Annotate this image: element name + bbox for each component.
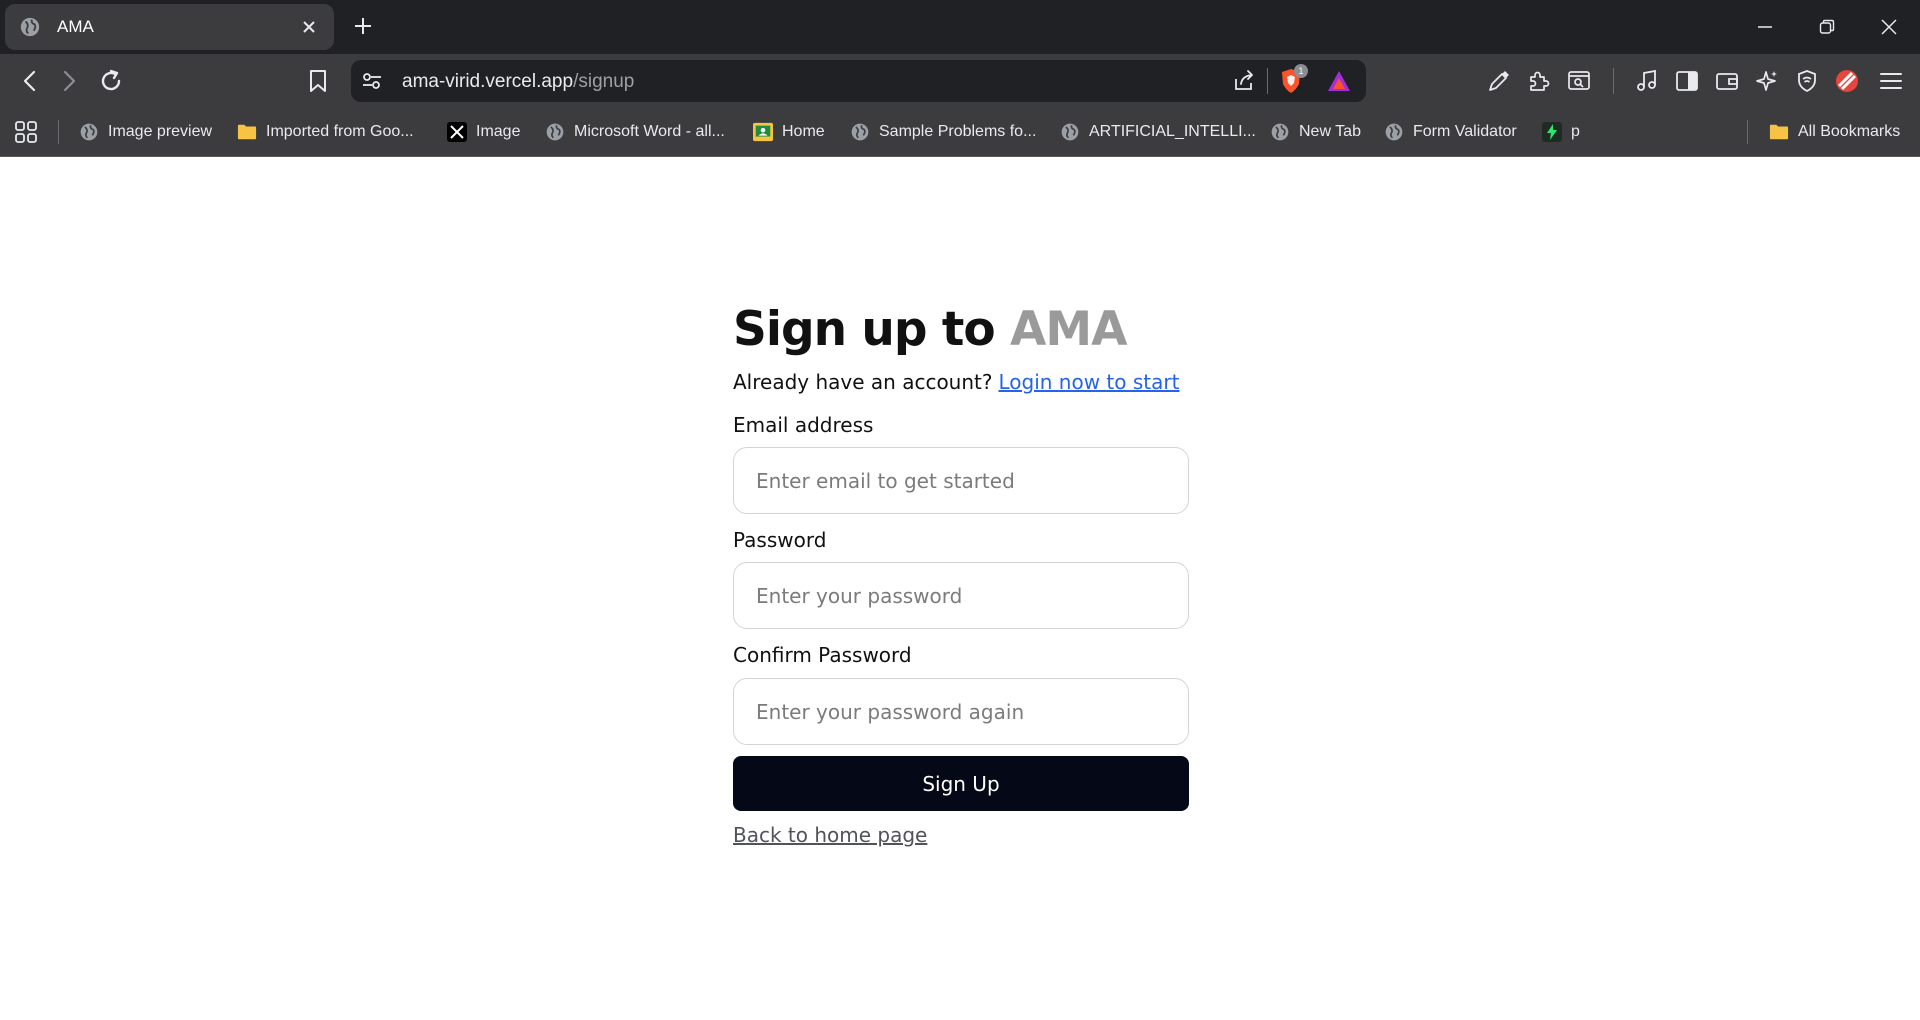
close-window-icon[interactable] bbox=[1874, 12, 1904, 42]
folder-icon bbox=[237, 122, 257, 142]
classroom-icon bbox=[753, 122, 773, 142]
password-label: Password bbox=[733, 528, 827, 552]
omnibox-divider bbox=[1267, 68, 1268, 94]
bookmark-item[interactable]: Microsoft Word - all... bbox=[545, 118, 725, 146]
close-icon[interactable] bbox=[298, 16, 320, 38]
apps-grid-icon[interactable] bbox=[14, 118, 38, 146]
share-icon[interactable] bbox=[1231, 68, 1257, 94]
brave-shields-icon[interactable]: 1 bbox=[1278, 64, 1308, 94]
sidebar-icon[interactable] bbox=[1672, 66, 1702, 96]
globe-icon bbox=[1060, 122, 1080, 142]
toolbar-divider bbox=[1613, 68, 1614, 94]
bookmark-label: Image preview bbox=[108, 123, 213, 140]
bookmark-item[interactable]: Home bbox=[753, 118, 825, 146]
reload-icon[interactable] bbox=[96, 66, 126, 96]
bookmark-label: Home bbox=[782, 123, 825, 140]
sign-up-button[interactable]: Sign Up bbox=[733, 756, 1189, 811]
page-title-prefix: Sign up to bbox=[733, 302, 1011, 357]
back-icon[interactable] bbox=[15, 66, 45, 96]
bookmark-item[interactable]: Image bbox=[447, 118, 520, 146]
address-bar[interactable]: ama-virid.vercel.app/signup 1 bbox=[351, 60, 1366, 102]
page-content: Sign up to AMA Already have an account? L… bbox=[0, 157, 1920, 1020]
bookmarks-bar: Image preview Imported from Goo... Image… bbox=[0, 108, 1920, 157]
new-tab-button[interactable] bbox=[350, 13, 376, 39]
email-label: Email address bbox=[733, 413, 874, 437]
bolt-icon bbox=[1542, 122, 1562, 142]
minimize-icon[interactable] bbox=[1750, 12, 1780, 42]
bookmark-item[interactable]: ARTIFICIAL_INTELLI... bbox=[1060, 118, 1256, 146]
bookmark-item[interactable]: Image preview bbox=[79, 118, 212, 146]
forward-icon[interactable] bbox=[54, 66, 84, 96]
page-title-brand: AMA bbox=[1010, 302, 1128, 357]
media-icon[interactable] bbox=[1632, 66, 1662, 96]
bookmarks-divider bbox=[1747, 120, 1748, 144]
url-path: /signup bbox=[573, 71, 635, 92]
page-title: Sign up to AMA bbox=[733, 302, 1189, 358]
screenshot-icon[interactable] bbox=[1564, 66, 1594, 96]
bookmark-label: Microsoft Word - all... bbox=[574, 123, 725, 140]
bookmarks-divider bbox=[58, 120, 59, 144]
bookmark-item[interactable]: p bbox=[1542, 118, 1580, 146]
profile-avatar-icon[interactable] bbox=[1832, 66, 1862, 96]
restore-icon[interactable] bbox=[1812, 12, 1842, 42]
leo-ai-icon[interactable] bbox=[1752, 66, 1782, 96]
bookmark-label: ARTIFICIAL_INTELLI... bbox=[1089, 123, 1256, 140]
back-to-home-link[interactable]: Back to home page bbox=[733, 823, 927, 847]
login-link[interactable]: Login now to start bbox=[998, 370, 1179, 394]
globe-icon bbox=[1270, 122, 1290, 142]
globe-icon bbox=[545, 122, 565, 142]
bookmark-item[interactable]: Sample Problems fo... bbox=[850, 118, 1036, 146]
bookmark-label: New Tab bbox=[1299, 123, 1361, 140]
globe-icon bbox=[20, 17, 40, 37]
globe-icon bbox=[79, 122, 99, 142]
back-link-row: Back to home page bbox=[733, 823, 1189, 847]
bookmark-label: Sample Problems fo... bbox=[879, 123, 1037, 140]
bookmark-label: Imported from Goo... bbox=[266, 123, 414, 140]
color-picker-icon[interactable] bbox=[1484, 66, 1514, 96]
site-settings-icon[interactable] bbox=[361, 70, 383, 92]
confirm-password-field[interactable] bbox=[733, 678, 1189, 745]
password-field[interactable] bbox=[733, 562, 1189, 629]
signup-form: Sign up to AMA Already have an account? L… bbox=[733, 302, 1189, 847]
bookmark-item[interactable]: Form Validator bbox=[1384, 118, 1517, 146]
email-field[interactable] bbox=[733, 447, 1189, 514]
browser-toolbar: ama-virid.vercel.app/signup 1 bbox=[0, 54, 1920, 108]
wallet-icon[interactable] bbox=[1712, 66, 1742, 96]
extensions-icon[interactable] bbox=[1524, 66, 1554, 96]
all-bookmarks-folder[interactable]: All Bookmarks bbox=[1769, 118, 1900, 146]
tab-ama[interactable]: AMA bbox=[5, 4, 334, 50]
brave-rewards-icon[interactable] bbox=[1326, 68, 1352, 94]
url-host: ama-virid.vercel.app bbox=[402, 71, 574, 92]
bookmark-label: Form Validator bbox=[1413, 123, 1517, 140]
globe-icon bbox=[1384, 122, 1404, 142]
tab-title: AMA bbox=[57, 17, 94, 36]
confirm-password-label: Confirm Password bbox=[733, 643, 912, 667]
shields-badge: 1 bbox=[1294, 64, 1308, 78]
x-logo-icon bbox=[447, 122, 467, 142]
bookmark-label: p bbox=[1571, 123, 1580, 140]
bookmark-item[interactable]: New Tab bbox=[1270, 118, 1361, 146]
url-text[interactable]: ama-virid.vercel.app/signup bbox=[402, 71, 634, 93]
tab-strip: AMA bbox=[0, 0, 1920, 54]
bookmark-folder[interactable]: Imported from Goo... bbox=[237, 118, 414, 146]
menu-icon[interactable] bbox=[1876, 66, 1906, 96]
globe-icon bbox=[850, 122, 870, 142]
bookmark-icon[interactable] bbox=[303, 66, 333, 96]
bookmark-label: Image bbox=[476, 123, 521, 140]
folder-icon bbox=[1769, 122, 1789, 142]
account-prompt-row: Already have an account? Login now to sta… bbox=[733, 369, 1189, 395]
browser-chrome: AMA ama-virid.vercel.app/signup 1 Image … bbox=[0, 0, 1920, 157]
vpn-shield-icon[interactable] bbox=[1792, 66, 1822, 96]
account-prompt: Already have an account? bbox=[733, 370, 993, 394]
all-bookmarks-label: All Bookmarks bbox=[1798, 123, 1901, 140]
